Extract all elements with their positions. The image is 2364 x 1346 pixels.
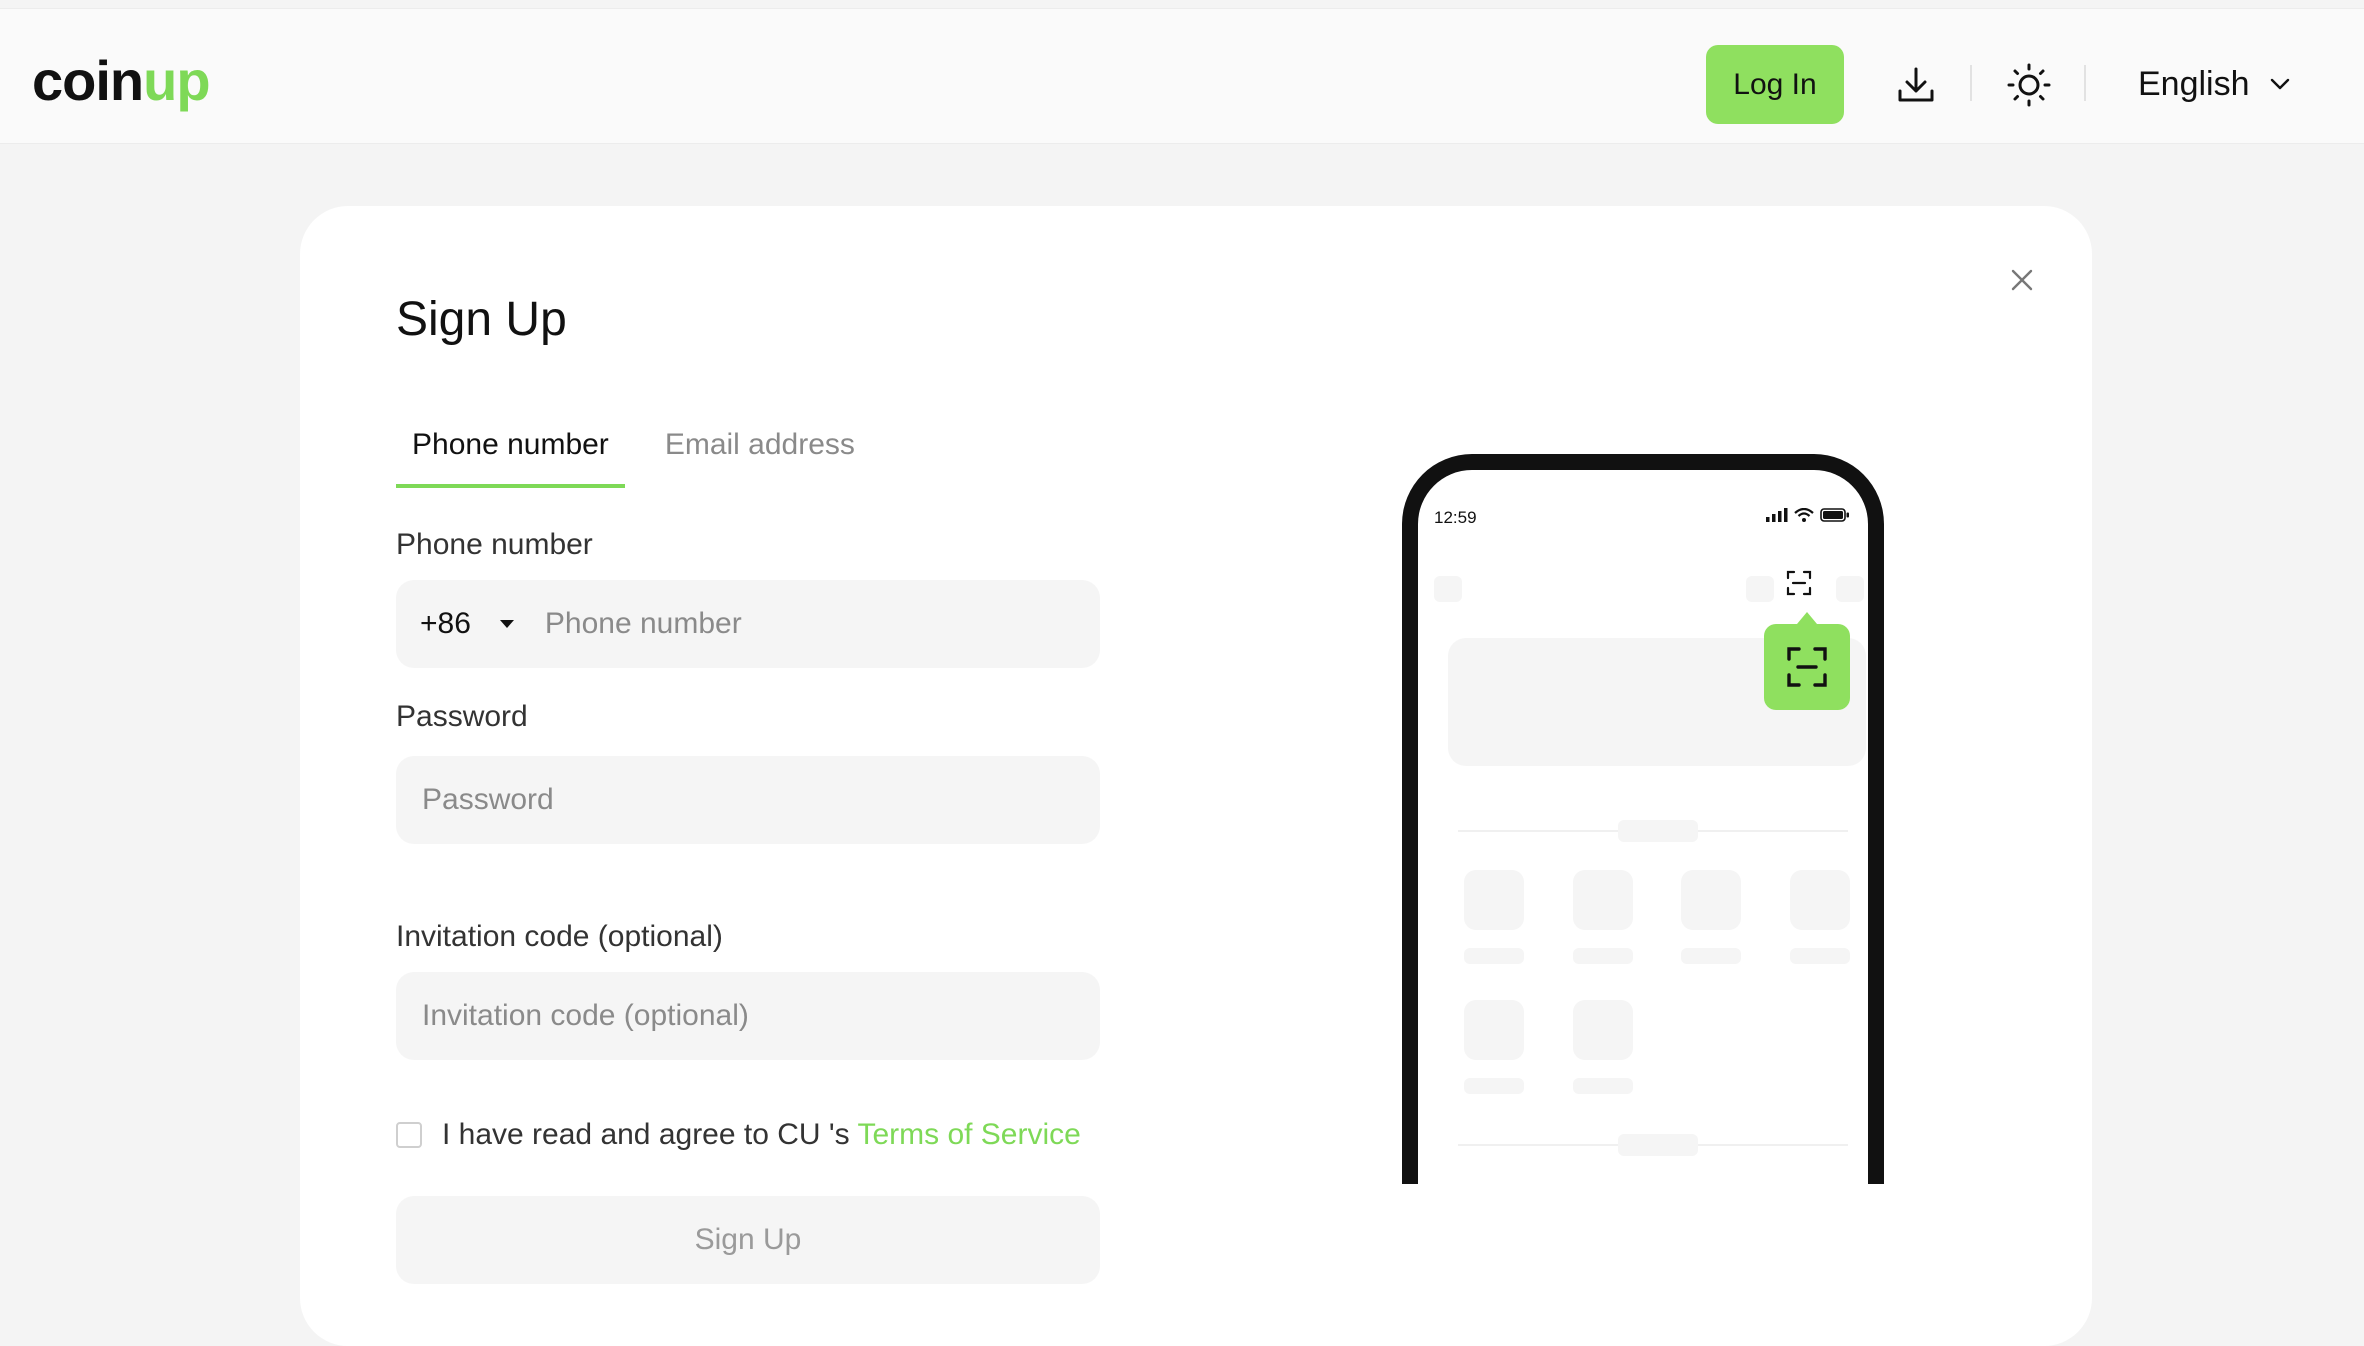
terms-agreement: I have read and agree to CU 's Terms of … xyxy=(396,1118,1081,1152)
logo-text-coin: coin xyxy=(32,48,144,112)
skeleton-block xyxy=(1618,820,1698,842)
download-icon xyxy=(1898,67,1934,102)
app-phone-illustration: 12:59 xyxy=(1402,454,1884,1184)
skeleton-block xyxy=(1618,1134,1698,1156)
skeleton-block xyxy=(1836,576,1864,602)
password-label: Password xyxy=(396,700,528,733)
header-divider xyxy=(1970,65,1972,101)
signup-tabs: Phone number Email address xyxy=(396,428,895,488)
theme-toggle-button[interactable] xyxy=(1993,49,2065,121)
country-code-select[interactable]: +86 xyxy=(420,607,515,641)
sun-icon xyxy=(2007,63,2051,107)
phone-number-field: +86 xyxy=(396,580,1100,668)
scan-highlight-badge xyxy=(1764,612,1850,710)
coinup-logo[interactable]: coin up xyxy=(32,45,211,115)
country-code-value: +86 xyxy=(420,607,471,640)
caret-down-icon xyxy=(499,620,514,628)
password-field xyxy=(396,756,1100,844)
header-divider xyxy=(2084,65,2086,101)
phone-number-label: Phone number xyxy=(396,528,593,561)
login-button[interactable]: Log In xyxy=(1706,45,1844,124)
tab-email-address[interactable]: Email address xyxy=(649,428,871,488)
invitation-code-label: Invitation code (optional) xyxy=(396,920,723,953)
chevron-down-icon xyxy=(2270,78,2289,90)
invitation-code-field xyxy=(396,972,1100,1060)
battery-icon xyxy=(1820,508,1849,522)
language-selector[interactable]: English xyxy=(2138,45,2292,123)
skeleton-block xyxy=(1681,870,1741,930)
wifi-icon xyxy=(1794,508,1814,522)
page-title: Sign Up xyxy=(396,293,567,346)
skeleton-block xyxy=(1790,870,1850,930)
skeleton-block xyxy=(1434,576,1462,602)
agree-text: I have read and agree to CU 's xyxy=(442,1118,850,1151)
invitation-code-input[interactable] xyxy=(420,998,1100,1034)
signup-button[interactable]: Sign Up xyxy=(396,1196,1100,1284)
scan-icon-small xyxy=(1786,570,1812,596)
skeleton-block xyxy=(1573,1078,1633,1094)
download-button[interactable] xyxy=(1880,49,1952,121)
top-header: coin up Log In English xyxy=(0,8,2364,144)
skeleton-block xyxy=(1464,1078,1524,1094)
language-label: English xyxy=(2138,64,2250,103)
signup-card: Sign Up Phone number Email address Phone… xyxy=(300,206,2092,1346)
scan-icon xyxy=(1786,570,1812,596)
skeleton-block xyxy=(1573,1000,1633,1060)
skeleton-block xyxy=(1681,948,1741,964)
phone-status-time: 12:59 xyxy=(1434,508,1477,527)
skeleton-block xyxy=(1464,870,1524,930)
password-input[interactable] xyxy=(420,782,1100,818)
agree-checkbox[interactable] xyxy=(396,1122,422,1148)
skeleton-block xyxy=(1464,1000,1524,1060)
terms-of-service-link[interactable]: Terms of Service xyxy=(857,1118,1080,1151)
close-button[interactable] xyxy=(2000,258,2044,302)
scan-icon xyxy=(1787,647,1827,687)
skeleton-block xyxy=(1464,948,1524,964)
skeleton-block xyxy=(1573,948,1633,964)
phone-number-input[interactable] xyxy=(542,606,1100,642)
signal-icon xyxy=(1766,508,1788,522)
logo-text-up: up xyxy=(143,48,210,112)
skeleton-block xyxy=(1790,948,1850,964)
tab-phone-number[interactable]: Phone number xyxy=(396,428,625,488)
skeleton-block xyxy=(1573,870,1633,930)
phone-status-icons xyxy=(1766,508,1850,522)
skeleton-block xyxy=(1746,576,1774,602)
close-icon xyxy=(2011,269,2033,291)
